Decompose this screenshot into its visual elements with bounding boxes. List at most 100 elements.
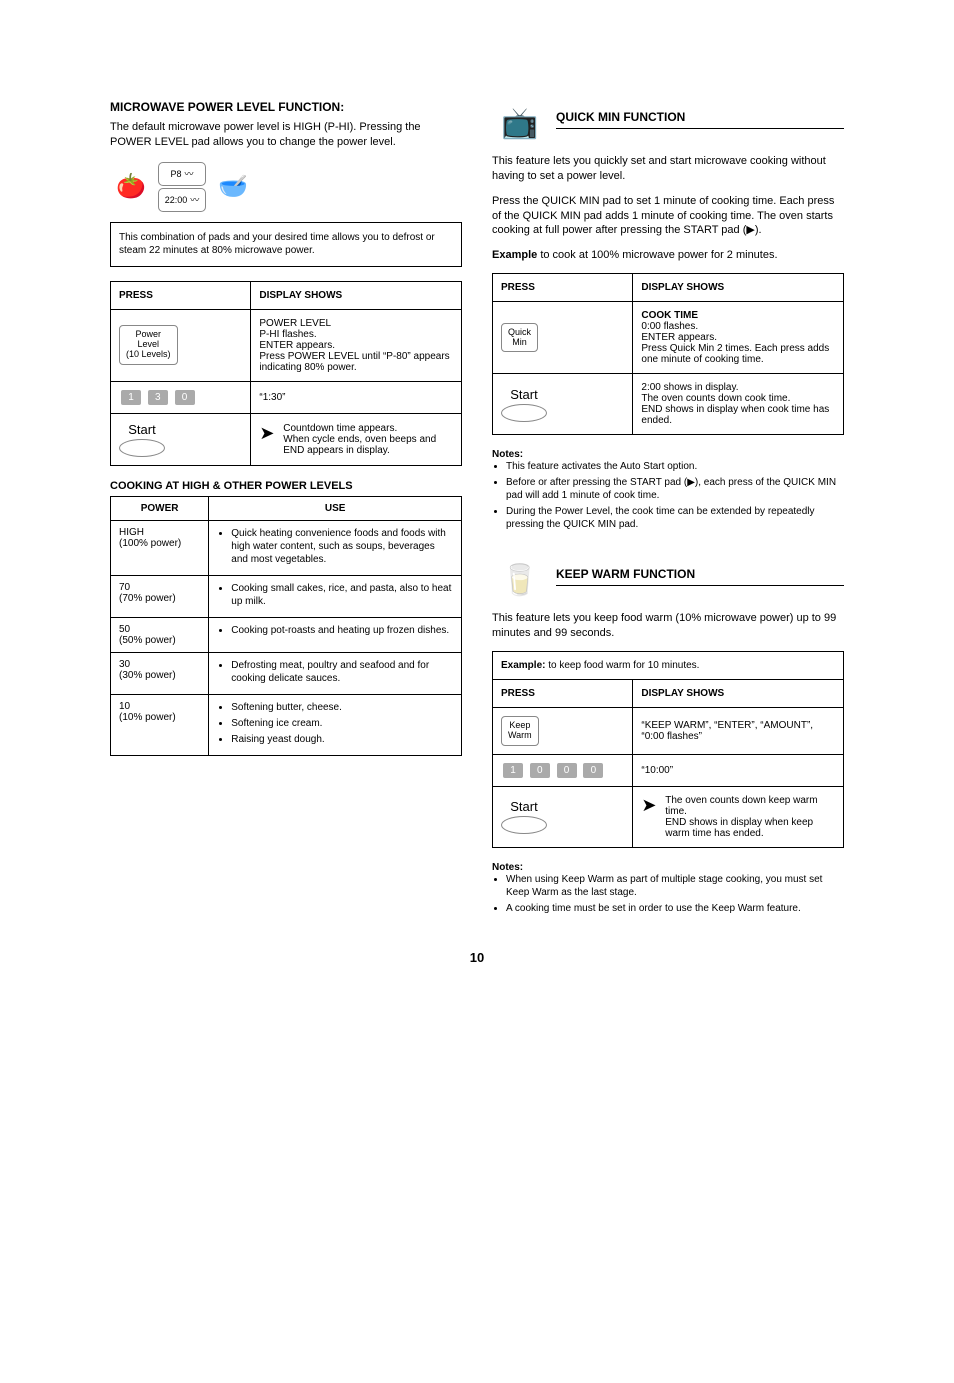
display-cell: POWER LEVEL P-HI flashes. ENTER appears.…	[251, 309, 462, 381]
use-cell: Cooking pot-roasts and heating up frozen…	[209, 617, 462, 652]
table-row: Keep Warm “KEEP WARM”, “ENTER”, “AMOUNT”…	[493, 707, 844, 754]
numpad-key: 1	[503, 763, 523, 778]
start-button: Start	[501, 387, 547, 422]
quick-min-intro2: Press the QUICK MIN pad to set 1 minute …	[492, 194, 844, 239]
power-cell: HIGH (100% power)	[111, 520, 209, 575]
table-row: Power Level (10 Levels) POWER LEVEL P-HI…	[111, 309, 462, 381]
keep-warm-title: KEEP WARM FUNCTION	[556, 567, 695, 581]
note-item: When using Keep Warm as part of multiple…	[506, 873, 844, 899]
power-cell: 70 (70% power)	[111, 575, 209, 617]
power-level-intro: The default microwave power level is HIG…	[110, 120, 462, 150]
th-use: USE	[209, 496, 462, 520]
table-row: Start 2:00 shows in display. The oven co…	[493, 374, 844, 435]
power-use-table: POWER USE HIGH (100% power) Quick heatin…	[110, 496, 462, 756]
steam-icon: 〰	[185, 167, 194, 180]
numpad-key: 0	[530, 763, 550, 778]
display-cell: “10:00”	[633, 754, 844, 786]
th-display: DISPLAY SHOWS	[251, 281, 462, 309]
display-stack: P8 〰 22:00 〰	[158, 160, 206, 214]
tomato-icon: 🍅	[110, 172, 152, 202]
th-press: PRESS	[111, 281, 251, 309]
right-column: 📺 QUICK MIN FUNCTION This feature lets y…	[492, 100, 844, 918]
press-cell: Keep Warm	[493, 707, 633, 754]
table-row: HIGH (100% power) Quick heating convenie…	[111, 520, 462, 575]
display-cell: ➤ The oven counts down keep warm time. E…	[633, 786, 844, 847]
quick-min-notes: Notes: This feature activates the Auto S…	[492, 449, 844, 531]
use-cell: Softening butter, cheese. Softening ice …	[209, 694, 462, 755]
note-item: A cooking time must be set in order to u…	[506, 902, 844, 915]
press-cell: Start	[111, 413, 251, 465]
bowl-icon: 🥣	[212, 172, 254, 202]
table-row: Quick Min COOK TIME 0:00 flashes. ENTER …	[493, 302, 844, 374]
numpad-key: 0	[175, 390, 195, 405]
power-level-title: MICROWAVE POWER LEVEL FUNCTION:	[110, 100, 462, 114]
hot-cup-icon: 🥛	[492, 557, 548, 603]
th-press: PRESS	[493, 679, 633, 707]
play-arrow-icon: ➤	[259, 423, 274, 443]
th-power: POWER	[111, 496, 209, 520]
table-row: 10 (10% power) Softening butter, cheese.…	[111, 694, 462, 755]
display-cell: “1:30”	[251, 381, 462, 413]
table-row: 1 3 0 “1:30”	[111, 381, 462, 413]
th-display: DISPLAY SHOWS	[633, 274, 844, 302]
press-cell: Quick Min	[493, 302, 633, 374]
display-cell: ➤ Countdown time appears. When cycle end…	[251, 413, 462, 465]
quick-min-button: Quick Min	[501, 323, 538, 353]
notes-label: Notes:	[492, 449, 523, 460]
power-cell: 30 (30% power)	[111, 652, 209, 694]
keep-warm-notes: Notes: When using Keep Warm as part of m…	[492, 862, 844, 915]
numpad-key: 0	[557, 763, 577, 778]
numpad-key: 1	[121, 390, 141, 405]
press-cell: 1 3 0	[111, 381, 251, 413]
quick-min-example: Example to cook at 100% microwave power …	[492, 248, 844, 263]
p8-display: P8 〰	[158, 162, 206, 186]
power-cell: 10 (10% power)	[111, 694, 209, 755]
table-row: 50 (50% power) Cooking pot-roasts and he…	[111, 617, 462, 652]
press-cell: Start	[493, 374, 633, 435]
numpad-key: 3	[148, 390, 168, 405]
example-row: Example: to keep food warm for 10 minute…	[493, 651, 844, 679]
press-cell: Power Level (10 Levels)	[111, 309, 251, 381]
keep-warm-intro: This feature lets you keep food warm (10…	[492, 611, 844, 641]
play-arrow-icon: ➤	[641, 795, 656, 815]
table-row: Start ➤ Countdown time appears. When cyc…	[111, 413, 462, 465]
note-item: During the Power Level, the cook time ca…	[506, 505, 844, 531]
use-cell: Quick heating convenience foods and food…	[209, 520, 462, 575]
keep-warm-button: Keep Warm	[501, 716, 539, 746]
note-item: Before or after pressing the START pad (…	[506, 476, 844, 502]
press-cell: 1 0 0 0	[493, 754, 633, 786]
keep-warm-step-table: Example: to keep food warm for 10 minute…	[492, 651, 844, 848]
quick-min-title: QUICK MIN FUNCTION	[556, 110, 685, 124]
power-illustration: 🍅 P8 〰 22:00 〰 🥣	[110, 160, 462, 214]
page-number: 10	[110, 950, 844, 965]
power-step-table: PRESS DISPLAY SHOWS Power Level (10 Leve…	[110, 281, 462, 466]
display-cell: 2:00 shows in display. The oven counts d…	[633, 374, 844, 435]
table-row: 1 0 0 0 “10:00”	[493, 754, 844, 786]
power-level-button: Power Level (10 Levels)	[119, 325, 178, 365]
steam-icon: 〰	[190, 193, 199, 206]
start-button: Start	[119, 422, 165, 457]
numpad-key: 0	[583, 763, 603, 778]
th-display: DISPLAY SHOWS	[633, 679, 844, 707]
cooking-power-header: COOKING AT HIGH & OTHER POWER LEVELS	[110, 480, 462, 492]
quick-min-intro: This feature lets you quickly set and st…	[492, 154, 844, 184]
use-cell: Cooking small cakes, rice, and pasta, al…	[209, 575, 462, 617]
table-row: 70 (70% power) Cooking small cakes, rice…	[111, 575, 462, 617]
power-callout: This combination of pads and your desire…	[110, 222, 462, 267]
power-cell: 50 (50% power)	[111, 617, 209, 652]
display-cell: COOK TIME 0:00 flashes. ENTER appears. P…	[633, 302, 844, 374]
use-cell: Defrosting meat, poultry and seafood and…	[209, 652, 462, 694]
notes-label: Notes:	[492, 862, 523, 873]
quick-step-table: PRESS DISPLAY SHOWS Quick Min COOK TIME …	[492, 273, 844, 435]
table-row: Start ➤ The oven counts down keep warm t…	[493, 786, 844, 847]
th-press: PRESS	[493, 274, 633, 302]
display-cell: “KEEP WARM”, “ENTER”, “AMOUNT”, “0:00 fl…	[633, 707, 844, 754]
keep-warm-header: 🥛 KEEP WARM FUNCTION	[492, 557, 844, 603]
note-item: This feature activates the Auto Start op…	[506, 460, 844, 473]
left-column: MICROWAVE POWER LEVEL FUNCTION: The defa…	[110, 100, 462, 918]
start-button: Start	[501, 799, 547, 834]
press-cell: Start	[493, 786, 633, 847]
microwave-icon: 📺	[492, 100, 548, 146]
quick-min-header: 📺 QUICK MIN FUNCTION	[492, 100, 844, 146]
table-row: 30 (30% power) Defrosting meat, poultry …	[111, 652, 462, 694]
